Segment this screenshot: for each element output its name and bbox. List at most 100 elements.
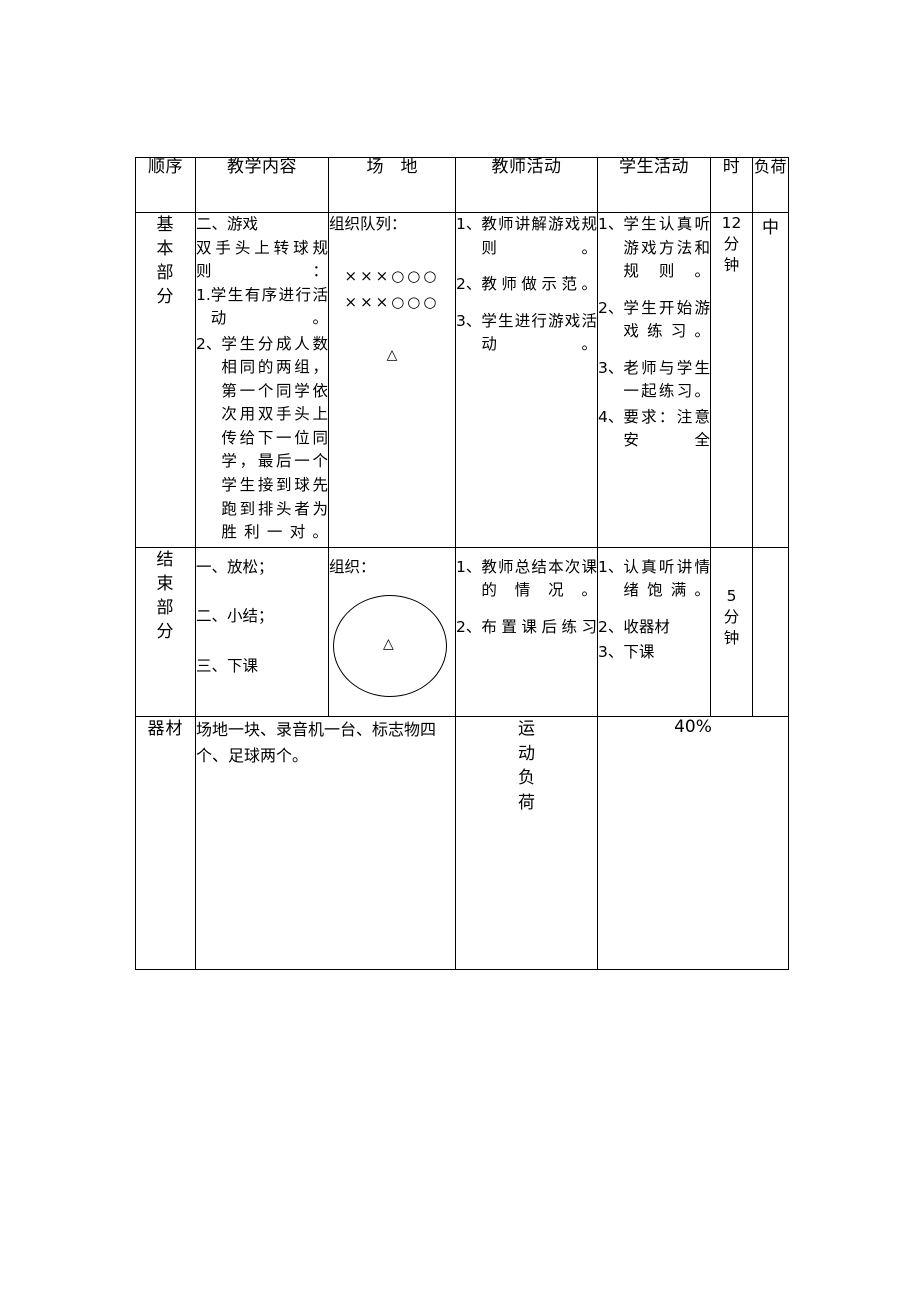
exercise-load-value-cell: 40% (597, 716, 789, 971)
row-label-char: 分 (156, 287, 175, 308)
student-list-item: 4、 要求：注意安全 (598, 406, 710, 453)
row-label-char: 部 (156, 263, 175, 284)
student-cell-closing: 1、 认真听讲情绪饱满。 2、 收器材 3、 下课 (597, 546, 711, 718)
content-cell-closing: 一、放松； 二、小结； 三、下课 (195, 546, 329, 718)
load-cell-basic: 中 (752, 212, 789, 548)
list-text: 学生有序进行活动。 (210, 285, 328, 328)
student-list-item: 2、 收器材 (598, 616, 710, 640)
load-label-char: 动 (518, 743, 535, 764)
student-list-item: 2、 学生开始游戏练习。 (598, 297, 710, 344)
circle-formation-diagram: △ (329, 591, 455, 716)
triangle-icon: △ (383, 636, 394, 653)
formation-label: 组织： (329, 557, 376, 576)
student-list-item: 3、 老师与学生一起练习。 (598, 357, 710, 404)
teacher-list-item: 1、 教师讲解游戏规则。 (456, 213, 597, 260)
time-line: 钟 (723, 628, 740, 647)
header-order: 顺序 (135, 157, 196, 213)
time-line: 12 (721, 214, 742, 232)
list-text: 学生认真听游戏方法和规则。 (623, 215, 710, 281)
list-marker: 3、 (598, 643, 624, 662)
list-marker: 1、 (456, 215, 482, 233)
table-footer-row: 器材 场地一块、录音机一台、标志物四个、足球两个。 运 动 负 荷 40% (135, 716, 789, 971)
content-line: 三、下课 (196, 656, 259, 675)
load-label-char: 荷 (518, 793, 535, 814)
row-label-char: 基 (156, 215, 175, 235)
teacher-cell-closing: 1、 教师总结本次课的情况。 2、 布置课后练习 (455, 546, 598, 718)
table-row: 结 束 部 分 一、放松； 二、小结； 三、下课 组织： △ 1、 教师总结本次… (135, 546, 789, 718)
content-list-item: 2、 学生分成人数相同的两组，第一个同学依次用双手头上传给下一位同学，最后一个学… (196, 333, 328, 545)
content-heading: 二、游戏 (196, 215, 259, 233)
row-label-char: 束 (156, 573, 175, 594)
formation-row: ×××○○○ (344, 292, 440, 311)
list-marker: 2、 (456, 275, 482, 294)
time-line: 分 (723, 234, 740, 253)
time-cell-closing: 5 分 钟 (710, 546, 753, 718)
time-line: 分 (723, 607, 740, 626)
exercise-load-label-cell: 运 动 负 荷 (455, 716, 598, 971)
content-list-item: 1. 学生有序进行活动。 (196, 284, 328, 331)
content-line: 二、小结； (196, 607, 274, 626)
row-label-char: 部 (156, 597, 175, 618)
teacher-list-item: 2、 教师做示范。 (456, 273, 597, 297)
field-cell-closing: 组织： △ (328, 546, 456, 718)
list-marker: 2、 (456, 617, 482, 636)
load-label-char: 负 (518, 768, 535, 789)
list-marker: 3、 (598, 358, 624, 377)
triangle-icon: △ (386, 347, 398, 364)
row-label-char: 分 (156, 622, 175, 643)
header-load: 负荷 (752, 157, 789, 213)
row-label-basic-part: 基 本 部 分 (135, 212, 196, 548)
list-marker: 1、 (456, 557, 482, 576)
load-label-char: 运 (518, 719, 535, 740)
lesson-plan-table: 顺序 教学内容 场 地 教师活动 学生活动 时 负荷 基 本 部 分 二、游戏 … (135, 157, 789, 971)
equipment-text-cell: 场地一块、录音机一台、标志物四个、足球两个。 (195, 716, 456, 971)
time-line: 钟 (723, 255, 740, 274)
time-line: 5 (726, 586, 737, 605)
formation-diagram: ×××○○○ ×××○○○ (329, 263, 455, 316)
header-field: 场 地 (328, 157, 456, 213)
header-content: 教学内容 (195, 157, 329, 213)
student-list-item: 3、 下课 (598, 641, 710, 665)
list-marker: 3、 (456, 311, 482, 330)
list-text: 学生进行游戏活动。 (481, 311, 597, 354)
list-marker: 1、 (598, 557, 624, 576)
student-cell-basic: 1、 学生认真听游戏方法和规则。 2、 学生开始游戏练习。 3、 老师与学生一起… (597, 212, 711, 548)
formation-row: ×××○○○ (344, 266, 440, 285)
list-text: 学生开始游戏练习。 (623, 298, 710, 341)
time-cell-basic: 12 分 钟 (710, 212, 753, 548)
student-list-item: 1、 认真听讲情绪饱满。 (598, 556, 710, 603)
list-text: 下课 (623, 643, 655, 662)
student-list-item: 1、 学生认真听游戏方法和规则。 (598, 213, 710, 284)
list-marker: 4、 (598, 407, 624, 426)
list-text: 教师总结本次课的情况。 (481, 557, 597, 600)
row-label-closing-part: 结 束 部 分 (135, 546, 196, 718)
document-page: 顺序 教学内容 场 地 教师活动 学生活动 时 负荷 基 本 部 分 二、游戏 … (0, 0, 920, 1302)
row-label-char: 本 (156, 239, 175, 260)
table-header-row: 顺序 教学内容 场 地 教师活动 学生活动 时 负荷 (135, 157, 789, 213)
list-text: 布置课后练习 (481, 617, 597, 636)
teacher-list-item: 2、 布置课后练习 (456, 616, 597, 640)
row-label-char: 结 (156, 549, 175, 570)
teacher-cell-basic: 1、 教师讲解游戏规则。 2、 教师做示范。 3、 学生进行游戏活动。 (455, 212, 598, 548)
formation-label: 组织队列： (329, 215, 407, 233)
content-subheading: 双手头上转球规则： (196, 238, 328, 281)
table-row: 基 本 部 分 二、游戏 双手头上转球规则： 1. 学生有序进行活动。 2、 学… (135, 212, 789, 548)
list-text: 教师讲解游戏规则。 (481, 215, 597, 257)
list-marker: 2、 (598, 298, 624, 317)
list-text: 认真听讲情绪饱满。 (623, 557, 710, 600)
header-student: 学生活动 (597, 157, 711, 213)
list-text: 教师做示范。 (481, 275, 597, 294)
header-time: 时 (710, 157, 753, 213)
load-cell-closing (752, 546, 789, 718)
list-text: 老师与学生一起练习。 (623, 358, 710, 401)
equipment-label-cell: 器材 (135, 716, 196, 971)
field-cell-basic: 组织队列： ×××○○○ ×××○○○ △ (328, 212, 456, 548)
content-line: 一、放松； (196, 557, 274, 576)
list-marker: 1. (196, 285, 211, 304)
